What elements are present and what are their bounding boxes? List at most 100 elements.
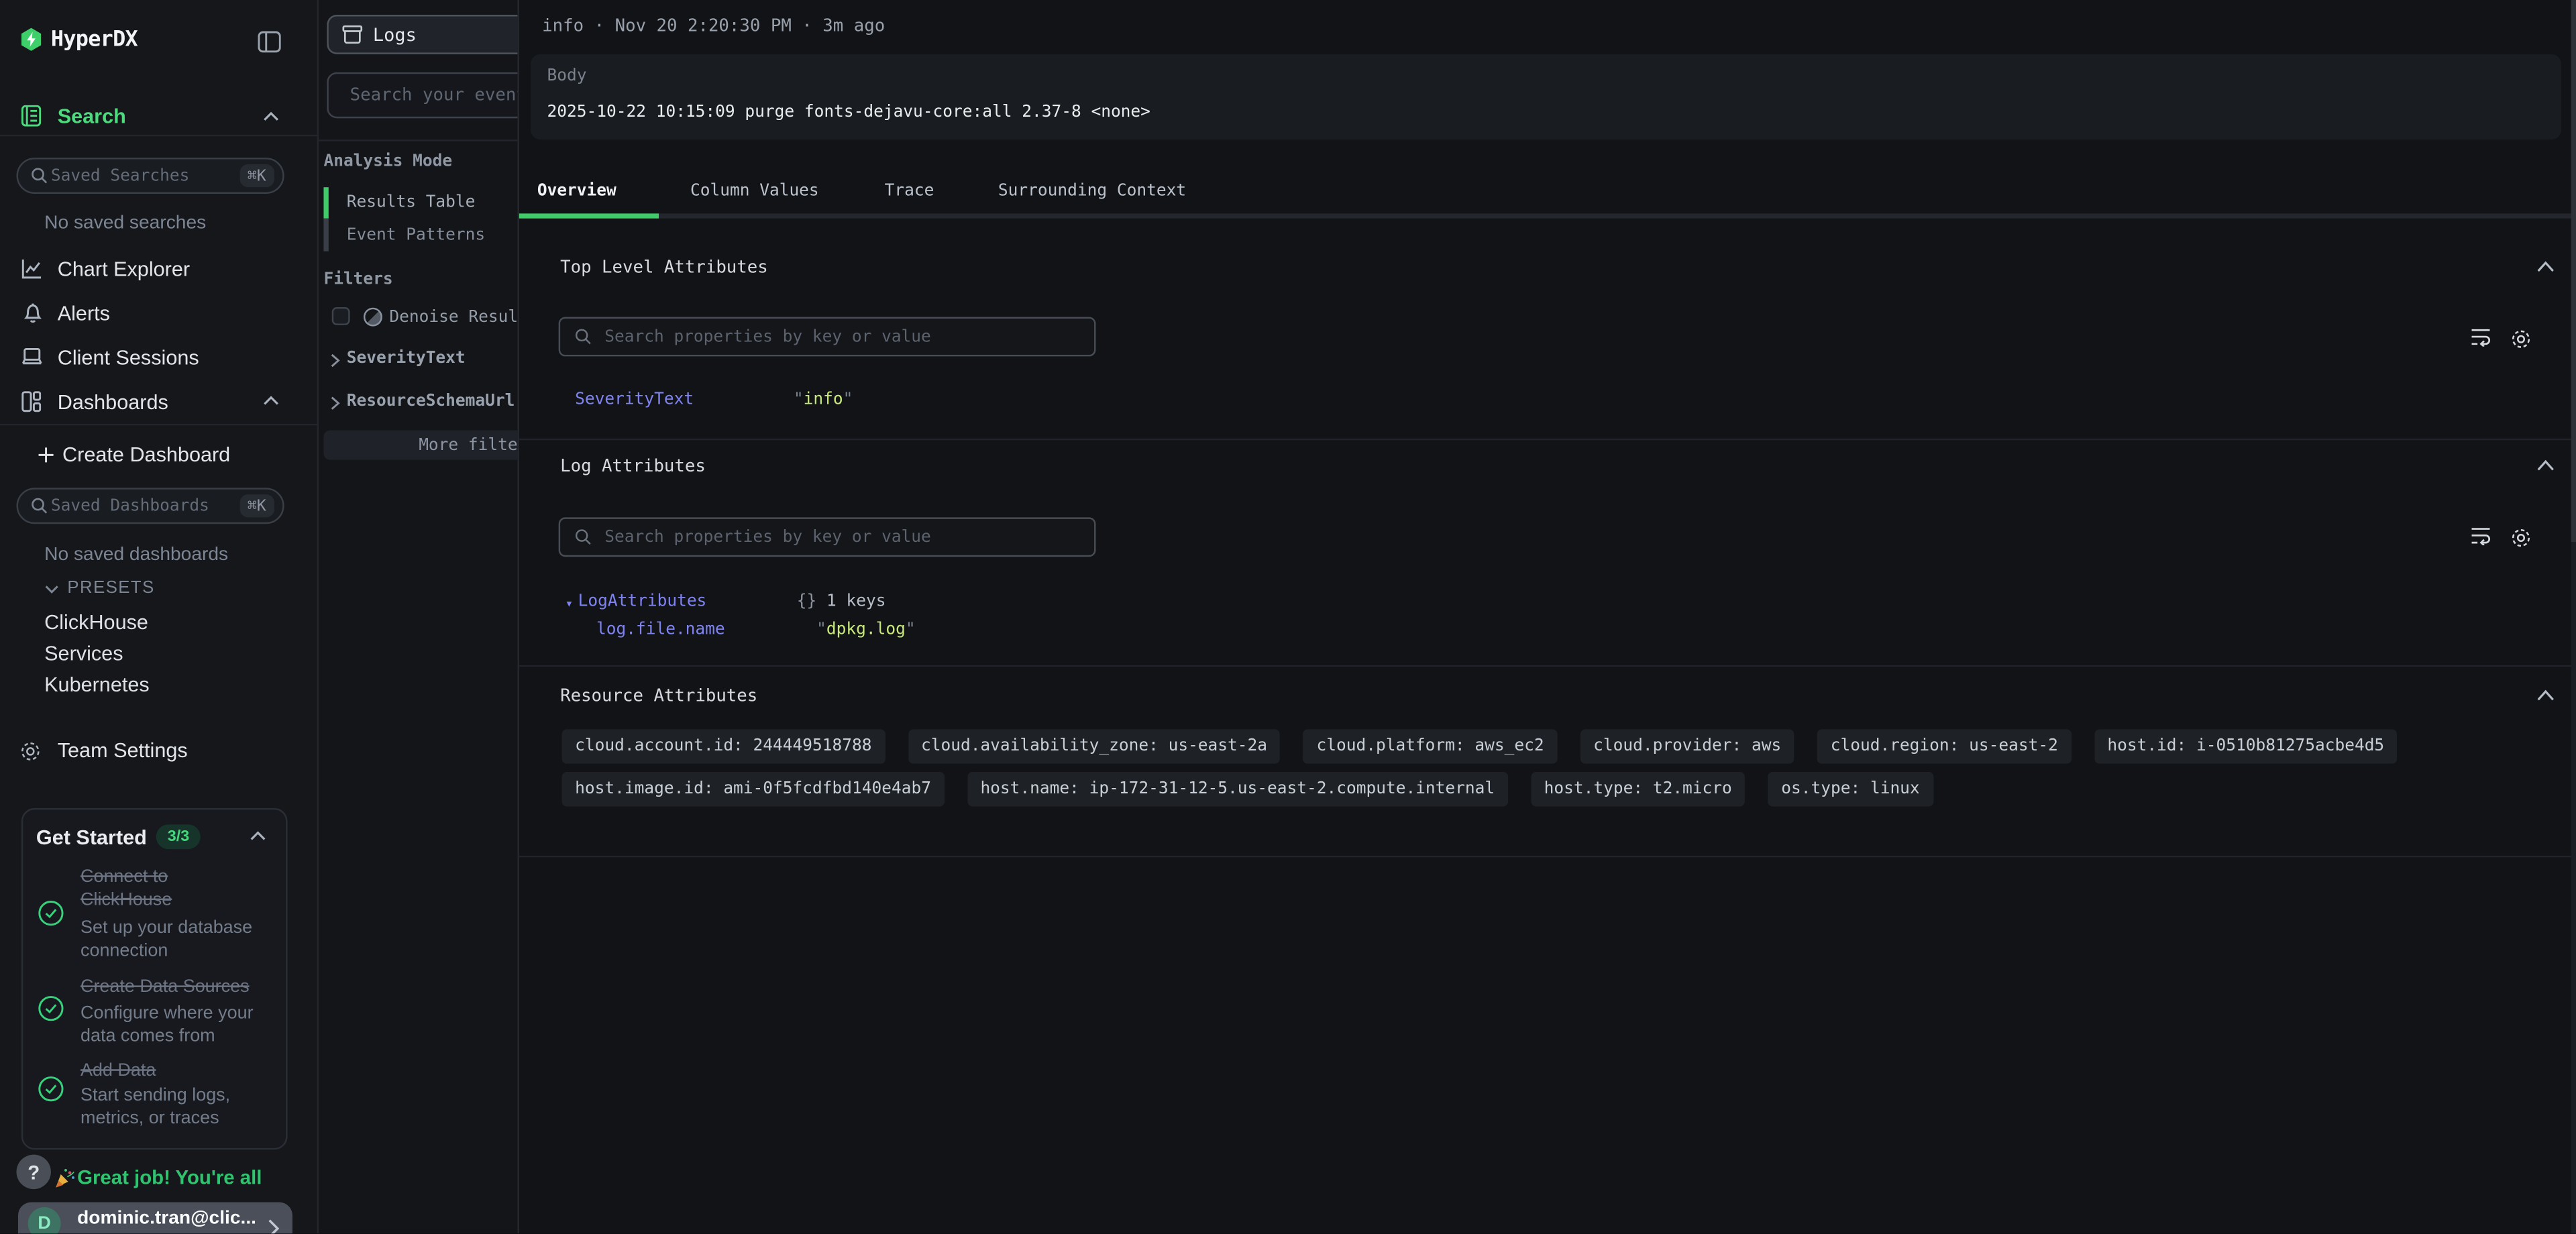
create-dashboard-button[interactable]: Create Dashboard	[62, 443, 230, 466]
search-collapse-chevron-icon[interactable]	[263, 112, 279, 122]
attribute-row[interactable]: SeverityText "info"	[575, 391, 853, 409]
resource-badge[interactable]: cloud.platform: aws_ec2	[1303, 729, 1557, 763]
saved-searches-input[interactable]	[48, 165, 239, 186]
body-text: 2025-10-22 10:15:09 purge fonts-dejavu-c…	[547, 103, 1150, 121]
wrap-lines-icon[interactable]	[2471, 329, 2490, 350]
check-circle-icon	[38, 1076, 64, 1102]
more-filters-label: More filters	[419, 436, 517, 454]
attribute-row[interactable]: log.file.name "dpkg.log"	[596, 621, 916, 639]
sidebar-item-alerts[interactable]: Alerts	[58, 302, 110, 325]
event-search-box[interactable]	[327, 72, 517, 119]
get-started-item-title[interactable]: Connect to ClickHouse	[80, 866, 209, 912]
presets-label[interactable]: PRESETS	[67, 578, 154, 598]
resource-badge[interactable]: host.name: ip-172-31-12-5.us-east-2.comp…	[967, 772, 1508, 806]
source-select[interactable]: Logs	[327, 15, 517, 54]
gear-icon[interactable]	[2510, 329, 2532, 350]
mode-results-table[interactable]: Results Table	[347, 194, 476, 212]
tabs-border	[519, 213, 2576, 218]
check-circle-icon	[38, 995, 64, 1021]
log-attributes-search-input[interactable]	[601, 526, 1079, 548]
resource-badge[interactable]: cloud.provider: aws	[1580, 729, 1794, 763]
resource-badge[interactable]: cloud.region: us-east-2	[1817, 729, 2071, 763]
attribute-key[interactable]: log.file.name	[596, 621, 816, 639]
body-card: Body 2025-10-22 10:15:09 purge fonts-dej…	[531, 54, 2561, 139]
tab-surrounding-context[interactable]: Surrounding Context	[998, 182, 1186, 201]
saved-dashboards-input[interactable]	[48, 495, 239, 516]
tab-column-values[interactable]: Column Values	[690, 182, 819, 201]
user-account-button[interactable]: D dominic.tran@clic... dominic.tran@clic…	[18, 1202, 292, 1234]
mode-event-patterns[interactable]: Event Patterns	[347, 227, 485, 245]
check-circle-icon	[38, 900, 64, 926]
quote: "	[816, 621, 826, 639]
get-started-title: Get Started	[36, 826, 147, 849]
quote: "	[794, 391, 804, 409]
saved-dashboards-search[interactable]: ⌘K	[16, 488, 284, 524]
attribute-value[interactable]: "dpkg.log"	[816, 621, 916, 639]
resource-badge[interactable]: host.type: t2.micro	[1531, 772, 1745, 806]
resource-badge[interactable]: cloud.account.id: 244449518788	[562, 729, 885, 763]
search-icon	[32, 168, 48, 184]
plus-icon	[38, 447, 54, 463]
search-icon	[32, 498, 48, 514]
resource-badge[interactable]: host.image.id: ami-0f5fcdfbd140e4ab7	[562, 772, 945, 806]
get-started-item-desc: Start sending logs, metrics, or traces	[80, 1084, 264, 1130]
denoise-icon	[363, 307, 382, 327]
section-collapse-chevron-icon[interactable]	[2536, 261, 2555, 272]
chevron-right-icon[interactable]	[330, 396, 340, 410]
get-started-item-title[interactable]: Create Data Sources	[80, 976, 278, 999]
denoise-label[interactable]: Denoise Results	[389, 308, 517, 327]
help-button[interactable]: ?	[16, 1155, 50, 1189]
section-title-resource-attributes: Resource Attributes	[560, 687, 757, 706]
preset-kubernetes[interactable]: Kubernetes	[44, 673, 150, 696]
get-started-collapse-chevron-icon[interactable]	[250, 831, 266, 841]
presets-chevron-down-icon[interactable]	[44, 585, 59, 595]
get-started-item-title[interactable]: Add Data	[80, 1060, 278, 1082]
filter-group-resourceschemaurl[interactable]: ResourceSchemaUrl	[347, 392, 515, 410]
log-attributes-search-box[interactable]	[559, 517, 1096, 557]
sidebar-toggle-icon[interactable]	[258, 32, 280, 53]
get-started-item-desc: Set up your database connection	[80, 917, 270, 963]
top-level-search-input[interactable]	[601, 326, 1079, 347]
event-search-input[interactable]	[347, 84, 518, 107]
avatar-initial: D	[38, 1214, 50, 1233]
attribute-tree-root[interactable]: ▾LogAttributes {} 1 keys	[565, 593, 885, 611]
scrollbar[interactable]	[2570, 0, 2576, 1233]
panel-divider	[319, 139, 517, 141]
denoise-checkbox[interactable]	[332, 307, 350, 325]
resource-badge[interactable]: os.type: linux	[1768, 772, 1933, 806]
tab-overview[interactable]: Overview	[537, 182, 616, 201]
section-collapse-chevron-icon[interactable]	[2536, 460, 2555, 471]
dashboards-collapse-chevron-icon[interactable]	[263, 396, 279, 406]
mode-active-indicator	[323, 187, 327, 219]
source-select-value: Logs	[373, 24, 417, 46]
filter-group-severitytext[interactable]: SeverityText	[347, 350, 466, 368]
get-started-progress-badge: 3/3	[156, 824, 201, 849]
preset-services[interactable]: Services	[44, 642, 123, 665]
attribute-key[interactable]: SeverityText	[575, 391, 794, 409]
saved-searches-search[interactable]: ⌘K	[16, 158, 284, 194]
sidebar-item-search[interactable]: Search	[58, 105, 126, 128]
sidebar-item-client-sessions[interactable]: Client Sessions	[58, 347, 199, 370]
top-level-search-box[interactable]	[559, 317, 1096, 357]
tab-trace[interactable]: Trace	[885, 182, 934, 201]
dashboards-grid-icon	[21, 391, 41, 412]
section-divider	[519, 856, 2576, 857]
analysis-mode-label: Analysis Mode	[323, 153, 452, 171]
resource-badge[interactable]: host.id: i-0510b81275acbe4d5	[2094, 729, 2398, 763]
gear-icon[interactable]	[2510, 527, 2532, 549]
preset-clickhouse[interactable]: ClickHouse	[44, 611, 148, 634]
sidebar-item-dashboards[interactable]: Dashboards	[58, 391, 168, 414]
caret-down-icon[interactable]: ▾	[565, 596, 573, 611]
sidebar-divider	[0, 135, 319, 136]
wrap-lines-icon[interactable]	[2471, 527, 2490, 549]
chevron-right-icon[interactable]	[330, 353, 340, 368]
scrollbar-thumb[interactable]	[2570, 0, 2576, 542]
resource-badge[interactable]: cloud.availability_zone: us-east-2a	[908, 729, 1280, 763]
sidebar-item-chart-explorer[interactable]: Chart Explorer	[58, 258, 190, 280]
chart-explorer-icon	[21, 258, 41, 279]
sidebar-item-team-settings[interactable]: Team Settings	[58, 739, 188, 762]
attribute-value[interactable]: "info"	[794, 391, 853, 409]
tree-root-key[interactable]: ▾LogAttributes	[565, 593, 796, 611]
section-collapse-chevron-icon[interactable]	[2536, 690, 2555, 702]
more-filters-button[interactable]: More filters	[323, 431, 517, 460]
